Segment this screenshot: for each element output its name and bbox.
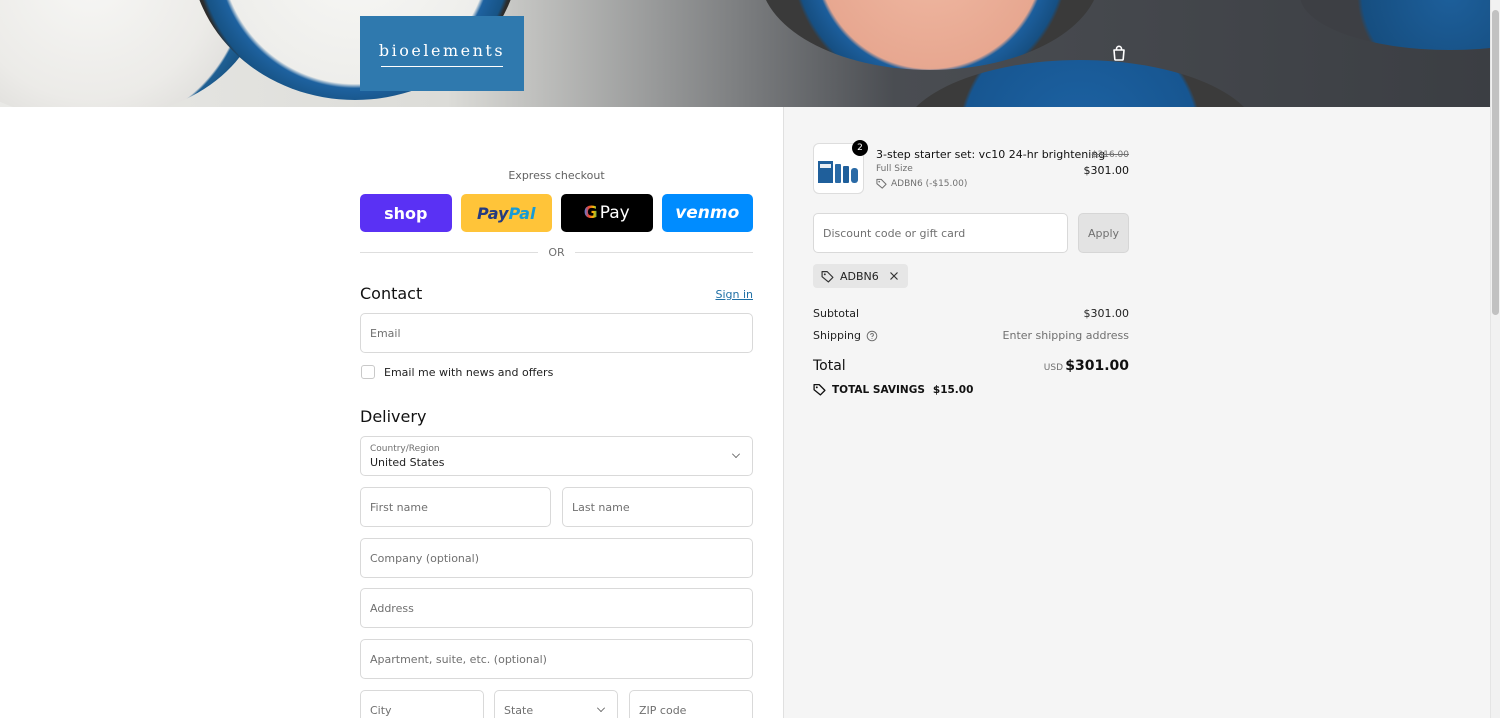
tag-icon <box>876 178 887 189</box>
total-savings: TOTAL SAVINGS $15.00 <box>813 383 973 396</box>
chevron-down-icon <box>597 704 605 712</box>
banner-image-jar <box>760 0 1100 70</box>
country-label: Country/Region <box>370 443 440 454</box>
company-field[interactable] <box>360 538 753 578</box>
country-select[interactable]: Country/Region United States <box>360 436 753 476</box>
product-discount: ADBN6 (-$15.00) <box>876 178 967 189</box>
email-input[interactable] <box>370 326 752 340</box>
remove-code-icon[interactable] <box>888 270 900 282</box>
newsletter-label: Email me with news and offers <box>384 365 554 379</box>
scrollbar-thumb[interactable] <box>1492 10 1499 315</box>
shop-pay-label: shop <box>384 203 428 223</box>
product-original-price: $316.00 <box>1091 150 1129 160</box>
apartment-input[interactable] <box>370 652 752 666</box>
savings-label: TOTAL SAVINGS <box>832 383 925 396</box>
google-g-icon: G <box>583 203 598 223</box>
header-banner: bioelements <box>0 0 1490 107</box>
shopping-bag-icon[interactable] <box>1110 44 1128 62</box>
first-name-field[interactable] <box>360 487 551 527</box>
subtotal-label: Subtotal <box>813 307 860 320</box>
paypal-pay-label: Pay <box>477 203 509 223</box>
logo-underline <box>381 65 503 67</box>
help-icon[interactable] <box>866 330 878 342</box>
address-field[interactable] <box>360 588 753 628</box>
last-name-field[interactable] <box>562 487 753 527</box>
savings-value: $15.00 <box>932 383 974 396</box>
apartment-field[interactable] <box>360 639 753 679</box>
state-label: State <box>504 703 534 717</box>
total-value: $301.00 <box>1065 358 1129 374</box>
divider-line <box>574 252 753 253</box>
product-price: $301.00 <box>1083 164 1130 177</box>
company-input[interactable] <box>370 551 752 565</box>
shipping-row: Shipping <box>813 329 878 342</box>
venmo-button[interactable]: venmo <box>661 194 753 232</box>
or-divider: OR <box>360 246 753 259</box>
tag-icon <box>813 383 826 396</box>
newsletter-checkbox[interactable] <box>361 365 375 379</box>
product-name: 3-step starter set: vc10 24-hr brighteni… <box>876 148 1106 161</box>
sign-in-link[interactable]: Sign in <box>715 288 753 301</box>
address-input[interactable] <box>370 601 752 615</box>
venmo-label: venmo <box>675 203 740 223</box>
country-value: United States <box>370 455 445 469</box>
banner-image-jar <box>1300 0 1490 50</box>
newsletter-option[interactable]: Email me with news and offers <box>360 365 553 379</box>
state-select[interactable]: State <box>494 690 618 718</box>
page-scrollbar[interactable] <box>1490 0 1500 718</box>
city-field[interactable] <box>360 690 484 718</box>
shop-pay-button[interactable]: shop <box>360 194 452 232</box>
total-label: Total <box>813 358 846 374</box>
divider-line <box>360 252 539 253</box>
quantity-badge: 2 <box>852 140 868 156</box>
paypal-pal-label: Pal <box>508 203 536 223</box>
order-summary-panel <box>783 107 1490 718</box>
zip-field[interactable] <box>629 690 753 718</box>
express-payment-buttons: shop Pay Pal G Pay venmo <box>360 194 753 232</box>
subtotal-value: $301.00 <box>1083 307 1130 320</box>
discount-code-field[interactable] <box>813 213 1068 253</box>
google-pay-button[interactable]: G Pay <box>561 194 653 232</box>
express-checkout-title: Express checkout <box>508 169 605 182</box>
or-label: OR <box>548 246 565 259</box>
shipping-label: Shipping <box>813 329 861 342</box>
contact-title: Contact <box>360 284 423 303</box>
brand-logo[interactable]: bioelements <box>360 16 524 91</box>
chevron-down-icon <box>732 450 740 458</box>
applied-code-label: ADBN6 <box>840 269 879 283</box>
tag-icon <box>821 270 834 283</box>
discount-code-input[interactable] <box>823 226 1067 240</box>
applied-discount-chip: ADBN6 <box>813 264 908 288</box>
shipping-value: Enter shipping address <box>1002 329 1129 342</box>
last-name-input[interactable] <box>572 500 752 514</box>
zip-input[interactable] <box>639 703 752 717</box>
paypal-button[interactable]: Pay Pal <box>460 194 552 232</box>
product-variant: Full Size <box>876 164 913 174</box>
city-input[interactable] <box>370 703 483 717</box>
product-discount-text: ADBN6 (-$15.00) <box>891 178 968 189</box>
delivery-title: Delivery <box>360 407 427 426</box>
logo-text: bioelements <box>378 40 506 60</box>
google-pay-label: Pay <box>599 203 630 223</box>
first-name-input[interactable] <box>370 500 550 514</box>
email-field[interactable] <box>360 313 753 353</box>
total-currency: USD <box>1043 363 1063 373</box>
apply-button[interactable]: Apply <box>1078 213 1129 253</box>
